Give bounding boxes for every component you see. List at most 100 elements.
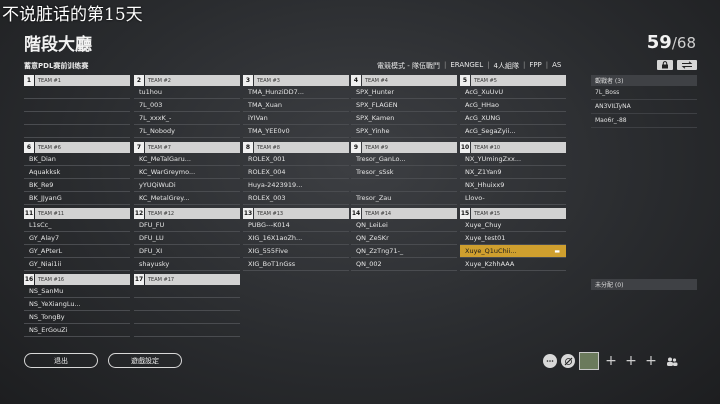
player-slot[interactable]: Llovo- [460, 192, 566, 205]
chat-icon[interactable] [543, 354, 557, 368]
player-slot[interactable]: iYIVan [243, 112, 349, 125]
team-header[interactable]: 9 TEAM #9 [351, 142, 457, 153]
player-slot[interactable]: Huya-2423919... [243, 179, 349, 192]
player-slot[interactable]: TMA_Xuan [243, 99, 349, 112]
player-slot[interactable]: ROLEX_003 [243, 192, 349, 205]
player-slot[interactable] [24, 112, 130, 125]
add-friend-slot[interactable]: + [623, 353, 639, 369]
player-slot[interactable]: Xuye_test01 [460, 232, 566, 245]
player-slot[interactable]: ROLEX_001 [243, 153, 349, 166]
team-panel[interactable]: 11 TEAM #11 L1sCc_ GY_Alay7 GY_APterL GY_Niai… [24, 208, 130, 271]
player-slot[interactable]: Xuye_Q1uChii... ▬ [460, 245, 566, 258]
player-slot[interactable]: 7L_Nobody [134, 125, 240, 138]
team-panel[interactable]: 16 TEAM #16 NS_SanMu NS_YeXiangLu... NS_Tong… [24, 274, 130, 337]
team-panel[interactable]: 13 TEAM #13 PUBG---K014 XIG_16X1aoZh... XIG_… [243, 208, 349, 271]
player-slot[interactable]: KC_MetalGrey... [134, 192, 240, 205]
team-panel[interactable]: 12 TEAM #12 DFU_FU DFU_LU DFU_XI shayusky [134, 208, 240, 271]
player-slot[interactable]: tu1hou [134, 86, 240, 99]
team-panel[interactable]: 7 TEAM #7 KC_MeTalGaru... KC_WarGreymo... yY… [134, 142, 240, 205]
player-slot[interactable] [24, 125, 130, 138]
player-slot[interactable]: BK_JJyanG [24, 192, 130, 205]
player-slot[interactable]: AcG_XUNG [460, 112, 566, 125]
player-slot[interactable]: Xuye_KzhhAAA [460, 258, 566, 271]
player-slot[interactable]: QN_ZzTng71-_ [351, 245, 457, 258]
player-slot[interactable]: QN_002 [351, 258, 457, 271]
player-slot[interactable]: NX_YUmingZxx... [460, 153, 566, 166]
player-slot[interactable]: TMA_HunziDD7... [243, 86, 349, 99]
team-header[interactable]: 12 TEAM #12 [134, 208, 240, 219]
game-settings-button[interactable]: 遊戲設定 [108, 353, 182, 368]
player-slot[interactable]: XIG_16X1aoZh... [243, 232, 349, 245]
player-slot[interactable]: BK_Dian [24, 153, 130, 166]
team-panel[interactable]: 4 TEAM #4 SPX_Hunter SPX_FLAGEN SPX_Kamen SPX… [351, 75, 457, 138]
team-panel[interactable]: 8 TEAM #8 ROLEX_001 ROLEX_004 Huya-2423919..… [243, 142, 349, 205]
player-slot[interactable]: shayusky [134, 258, 240, 271]
team-header[interactable]: 5 TEAM #5 [460, 75, 566, 86]
player-slot[interactable]: Aquakksk [24, 166, 130, 179]
team-header[interactable]: 7 TEAM #7 [134, 142, 240, 153]
player-slot[interactable]: XIG_BoT1nGss [243, 258, 349, 271]
unassigned-panel[interactable]: 未分配 (0) [591, 279, 697, 290]
player-slot[interactable]: 7L_003 [134, 99, 240, 112]
player-slot[interactable] [134, 311, 240, 324]
spectator-item[interactable]: 7L_Boss [591, 86, 697, 100]
team-header[interactable]: 2 TEAM #2 [134, 75, 240, 86]
team-header[interactable]: 10 TEAM #10 [460, 142, 566, 153]
player-slot[interactable] [351, 179, 457, 192]
team-header[interactable]: 13 TEAM #13 [243, 208, 349, 219]
team-header[interactable]: 6 TEAM #6 [24, 142, 130, 153]
player-slot[interactable]: DFU_XI [134, 245, 240, 258]
player-slot[interactable]: Tresor_GanLo... [351, 153, 457, 166]
spectators-header[interactable]: 觀戰者 (3) [591, 75, 697, 86]
player-slot[interactable]: ROLEX_004 [243, 166, 349, 179]
spectators-panel[interactable]: 觀戰者 (3) 7L_Boss AN3VILTyNA Mao6r_-88 [591, 75, 697, 128]
player-slot[interactable]: Tresor_sSsk [351, 166, 457, 179]
team-panel[interactable]: 10 TEAM #10 NX_YUmingZxx... NX_Z1Yan9 NX_Hhu… [460, 142, 566, 205]
player-slot[interactable]: XIG_555Five [243, 245, 349, 258]
player-slot[interactable]: NS_YeXiangLu... [24, 298, 130, 311]
player-slot[interactable]: GY_Alay7 [24, 232, 130, 245]
player-slot[interactable] [134, 324, 240, 337]
group-icon[interactable] [663, 353, 681, 369]
swap-icon[interactable] [677, 60, 697, 70]
player-slot[interactable]: AcG_HHao [460, 99, 566, 112]
player-slot[interactable]: KC_MeTalGaru... [134, 153, 240, 166]
team-panel[interactable]: 5 TEAM #5 AcG_XuUvU AcG_HHao AcG_XUNG AcG_Seg… [460, 75, 566, 138]
team-header[interactable]: 4 TEAM #4 [351, 75, 457, 86]
player-avatar[interactable] [579, 352, 599, 370]
player-slot[interactable]: NS_TongBy [24, 311, 130, 324]
player-slot[interactable]: AcG_XuUvU [460, 86, 566, 99]
team-panel[interactable]: 15 TEAM #15 Xuye_Chuy Xuye_test01 Xuye_Q1uCh… [460, 208, 566, 271]
player-slot[interactable]: TMA_YEE0v0 [243, 125, 349, 138]
player-slot[interactable]: L1sCc_ [24, 219, 130, 232]
player-slot[interactable]: Xuye_Chuy [460, 219, 566, 232]
player-slot[interactable]: PUBG---K014 [243, 219, 349, 232]
team-header[interactable]: 15 TEAM #15 [460, 208, 566, 219]
player-slot[interactable]: QN_LeiLei [351, 219, 457, 232]
add-friend-slot[interactable]: + [643, 353, 659, 369]
team-header[interactable]: 16 TEAM #16 [24, 274, 130, 285]
player-slot[interactable]: QN_ZeSKr [351, 232, 457, 245]
player-slot[interactable]: Tresor_Zau [351, 192, 457, 205]
spectator-item[interactable]: Mao6r_-88 [591, 114, 697, 128]
player-slot[interactable] [24, 99, 130, 112]
team-header[interactable]: 17 TEAM #17 [134, 274, 240, 285]
player-slot[interactable]: NS_SanMu [24, 285, 130, 298]
team-header[interactable]: 14 TEAM #14 [351, 208, 457, 219]
unassigned-header[interactable]: 未分配 (0) [591, 279, 697, 290]
team-panel[interactable]: 14 TEAM #14 QN_LeiLei QN_ZeSKr QN_ZzTng71-_ Q… [351, 208, 457, 271]
spectator-item[interactable]: AN3VILTyNA [591, 100, 697, 114]
player-slot[interactable]: BK_Re9 [24, 179, 130, 192]
player-slot[interactable]: GY_APterL [24, 245, 130, 258]
player-slot[interactable]: NX_Hhuixx9 [460, 179, 566, 192]
player-slot[interactable]: AcG_SegaZyii... [460, 125, 566, 138]
player-slot[interactable]: DFU_LU [134, 232, 240, 245]
add-friend-slot[interactable]: + [603, 353, 619, 369]
voice-off-icon[interactable] [561, 354, 575, 368]
team-panel[interactable]: 3 TEAM #3 TMA_HunziDD7... TMA_Xuan iYIVan TMA… [243, 75, 349, 138]
team-header[interactable]: 3 TEAM #3 [243, 75, 349, 86]
player-slot[interactable]: NX_Z1Yan9 [460, 166, 566, 179]
player-slot[interactable]: SPX_FLAGEN [351, 99, 457, 112]
team-header[interactable]: 1 TEAM #1 [24, 75, 130, 86]
player-slot[interactable]: KC_WarGreymo... [134, 166, 240, 179]
